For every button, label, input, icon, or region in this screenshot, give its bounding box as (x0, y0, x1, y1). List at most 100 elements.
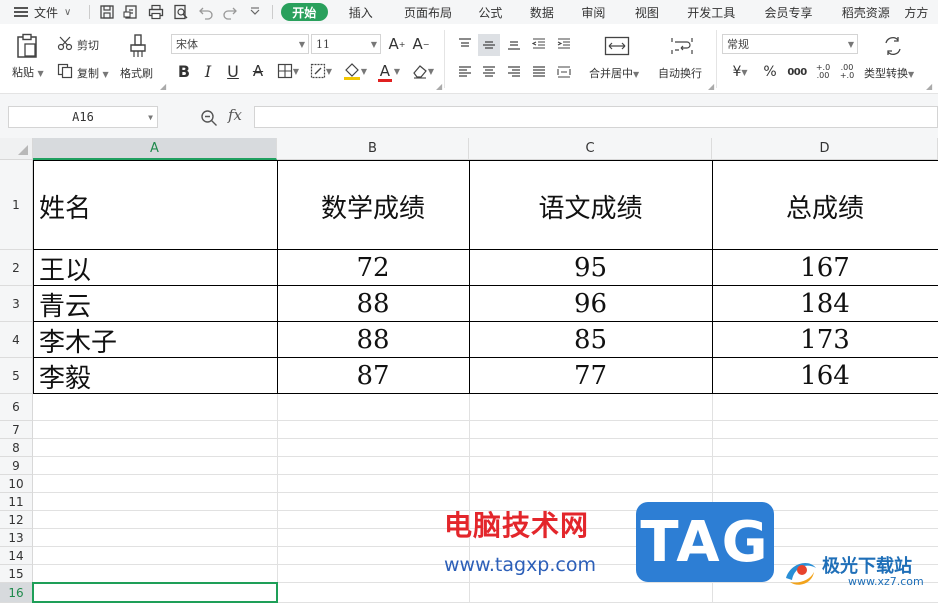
row-header-2[interactable]: 2 (0, 250, 33, 286)
align-right-icon[interactable] (504, 62, 524, 82)
row-header-8[interactable]: 8 (0, 439, 33, 457)
save-icon[interactable] (94, 0, 119, 24)
number-group-launcher[interactable]: ◢ (926, 82, 932, 91)
table-header-cell[interactable]: 总成绩 (712, 160, 938, 250)
column-header-a[interactable]: A (33, 138, 277, 160)
tab-review[interactable]: 审阅 (566, 0, 621, 24)
table-header-cell[interactable]: 姓名 (33, 160, 277, 250)
percent-format-button[interactable]: % (760, 62, 780, 82)
clipboard-group-launcher[interactable]: ◢ (160, 82, 166, 91)
table-header-cell[interactable]: 数学成绩 (277, 160, 469, 250)
table-cell[interactable]: 167 (712, 250, 938, 286)
zoom-icon[interactable] (200, 109, 218, 127)
font-color-button[interactable]: A ▼ (374, 60, 404, 82)
borders-button[interactable]: ▼ (274, 60, 302, 82)
type-convert-icon[interactable] (880, 34, 906, 58)
tab-data[interactable]: 数据 (518, 0, 566, 24)
tab-view[interactable]: 视图 (621, 0, 672, 24)
table-cell[interactable]: 72 (277, 250, 469, 286)
currency-format-button[interactable]: ¥ ▼ (726, 62, 754, 82)
align-center-icon[interactable] (479, 62, 499, 82)
table-cell[interactable]: 77 (469, 358, 712, 394)
tab-docer[interactable]: 稻壳资源 (827, 0, 904, 24)
print-preview-icon[interactable] (169, 0, 194, 24)
table-cell[interactable]: 173 (712, 322, 938, 358)
tab-page-layout[interactable]: 页面布局 (393, 0, 462, 24)
row-header-1[interactable]: 1 (0, 160, 33, 250)
fx-icon[interactable]: fx (228, 106, 242, 124)
row-header-12[interactable]: 12 (0, 511, 33, 529)
font-name-select[interactable]: 宋体 ▼ (171, 34, 309, 54)
row-header-3[interactable]: 3 (0, 286, 33, 322)
row-header-5[interactable]: 5 (0, 358, 33, 394)
column-header-c[interactable]: C (469, 138, 712, 160)
tab-developer[interactable]: 开发工具 (673, 0, 750, 24)
tab-insert[interactable]: 插入 (328, 0, 393, 24)
table-cell[interactable]: 95 (469, 250, 712, 286)
export-pdf-icon[interactable] (119, 0, 144, 24)
formula-input[interactable] (254, 106, 938, 128)
wrap-text-button[interactable]: 自动换行 (658, 65, 702, 81)
decrease-indent-icon[interactable] (529, 34, 549, 54)
format-painter-button[interactable]: 格式刷 (120, 65, 153, 81)
tab-member[interactable]: 会员专享 (750, 0, 827, 24)
table-cell[interactable]: 王以 (33, 250, 277, 286)
column-header-d[interactable]: D (712, 138, 938, 160)
active-cell-selection[interactable] (32, 582, 278, 603)
row-header-16[interactable]: 16 (0, 583, 33, 603)
merge-center-button[interactable]: 合并居中▼ (589, 65, 639, 81)
select-all-corner[interactable] (0, 138, 33, 160)
paste-button[interactable] (14, 32, 40, 60)
table-cell[interactable]: 88 (277, 286, 469, 322)
row-header-15[interactable]: 15 (0, 565, 33, 583)
table-cell[interactable]: 184 (712, 286, 938, 322)
table-cell[interactable]: 96 (469, 286, 712, 322)
tab-fangfang[interactable]: 方方 (904, 0, 938, 24)
row-header-13[interactable]: 13 (0, 529, 33, 547)
redo-icon[interactable] (218, 0, 243, 24)
undo-icon[interactable] (193, 0, 218, 24)
format-painter-icon[interactable] (126, 32, 150, 60)
table-cell[interactable]: 李木子 (33, 322, 277, 358)
table-cell[interactable]: 85 (469, 322, 712, 358)
increase-indent-icon[interactable] (554, 34, 574, 54)
align-bottom-icon[interactable] (504, 34, 524, 54)
file-menu[interactable]: 文件 ∨ (0, 0, 85, 24)
fill-style-button[interactable]: ▼ (306, 60, 336, 82)
number-format-select[interactable]: 常规 ▼ (722, 34, 858, 54)
strikethrough-button[interactable]: A (247, 60, 269, 82)
distribute-icon[interactable] (554, 62, 574, 82)
fill-color-button[interactable]: ▼ (340, 60, 370, 82)
print-icon[interactable] (144, 0, 169, 24)
column-header-b[interactable]: B (277, 138, 469, 160)
align-top-icon[interactable] (455, 34, 475, 54)
name-box[interactable]: A16 ▼ (8, 106, 158, 128)
cut-button[interactable]: 剪切 (77, 37, 99, 53)
paste-label[interactable]: 粘贴 ▼ (12, 64, 44, 80)
table-cell[interactable]: 青云 (33, 286, 277, 322)
row-header-6[interactable]: 6 (0, 394, 33, 421)
scissors-icon[interactable] (56, 34, 74, 52)
decrease-decimal-button[interactable]: .00 +.0 (836, 62, 858, 82)
increase-decimal-button[interactable]: +.0 .00 (812, 62, 834, 82)
font-group-launcher[interactable]: ◢ (436, 82, 442, 91)
underline-button[interactable]: U (222, 60, 244, 82)
row-header-7[interactable]: 7 (0, 421, 33, 439)
table-cell[interactable]: 164 (712, 358, 938, 394)
bold-button[interactable]: B (174, 60, 194, 82)
thousands-separator-button[interactable]: 000 (784, 62, 810, 82)
table-cell[interactable]: 87 (277, 358, 469, 394)
copy-icon[interactable] (56, 62, 74, 80)
decrease-font-icon[interactable]: A − (410, 34, 432, 54)
row-header-11[interactable]: 11 (0, 493, 33, 511)
italic-button[interactable]: I (198, 60, 218, 82)
table-cell[interactable]: 李毅 (33, 358, 277, 394)
table-cell[interactable]: 88 (277, 322, 469, 358)
row-header-9[interactable]: 9 (0, 457, 33, 475)
font-size-select[interactable]: 11 ▼ (311, 34, 381, 54)
merge-center-icon[interactable] (602, 34, 632, 58)
align-middle-icon[interactable] (478, 34, 500, 56)
increase-font-icon[interactable]: A + (386, 34, 408, 54)
row-header-4[interactable]: 4 (0, 322, 33, 358)
justify-icon[interactable] (529, 62, 549, 82)
